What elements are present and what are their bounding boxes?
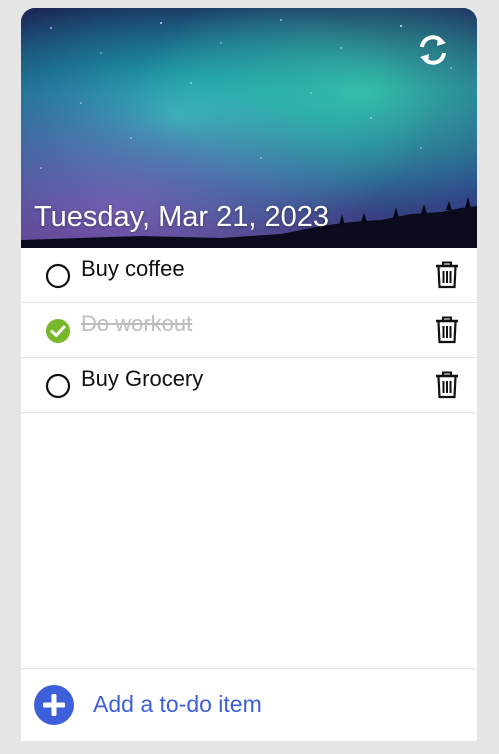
todo-item: Buy Grocery xyxy=(21,358,477,413)
add-todo-bar: Add a to-do item xyxy=(21,668,477,741)
todo-label[interactable]: Do workout xyxy=(81,311,192,337)
trash-icon[interactable] xyxy=(435,316,459,344)
current-date: Tuesday, Mar 21, 2023 xyxy=(34,201,329,233)
unchecked-circle-icon[interactable] xyxy=(45,263,71,289)
todo-item: Buy coffee xyxy=(21,248,477,303)
trash-icon[interactable] xyxy=(435,371,459,399)
refresh-icon[interactable] xyxy=(416,33,450,67)
todo-label[interactable]: Buy coffee xyxy=(81,256,185,282)
todo-item: Do workout xyxy=(21,303,477,358)
trash-icon[interactable] xyxy=(435,261,459,289)
todo-list: Buy coffee Do workout Buy Grocery xyxy=(21,248,477,413)
plus-circle-icon[interactable] xyxy=(33,684,75,726)
add-todo-button[interactable]: Add a to-do item xyxy=(93,691,262,718)
header-banner: Tuesday, Mar 21, 2023 xyxy=(21,8,477,248)
unchecked-circle-icon[interactable] xyxy=(45,373,71,399)
todo-card: Tuesday, Mar 21, 2023 Buy coffee Do work… xyxy=(21,8,477,741)
checked-circle-icon[interactable] xyxy=(45,318,71,344)
todo-label[interactable]: Buy Grocery xyxy=(81,366,203,392)
